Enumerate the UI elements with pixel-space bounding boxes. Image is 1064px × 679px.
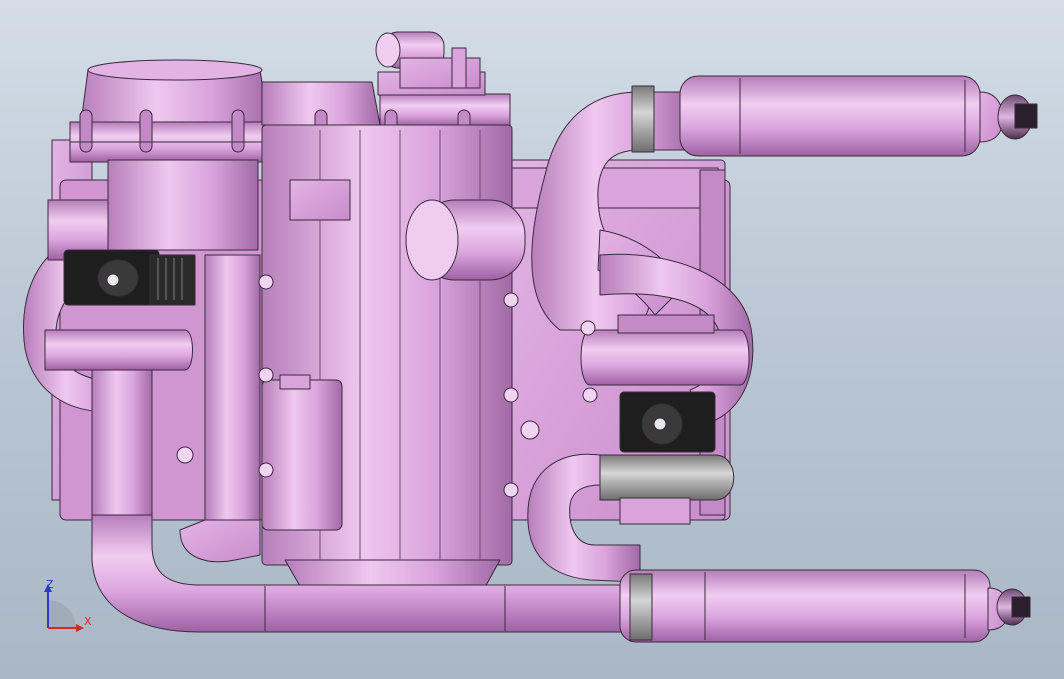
lower-muffler bbox=[619, 569, 1031, 643]
z-axis-label: Z bbox=[46, 578, 54, 591]
engine-assembly-model[interactable] bbox=[0, 0, 1064, 679]
actuator-cylinder bbox=[261, 374, 343, 531]
canister-side-port bbox=[405, 199, 526, 281]
main-filter-canister bbox=[261, 124, 513, 607]
coordinate-triad: Z X bbox=[44, 578, 92, 632]
triad-plane-icon bbox=[48, 600, 76, 628]
right-turbo-body bbox=[619, 391, 716, 453]
x-axis-label: X bbox=[84, 615, 92, 628]
left-turbo-body bbox=[63, 249, 196, 306]
cad-viewport[interactable]: Z X bbox=[0, 0, 1064, 679]
upper-muffler bbox=[679, 75, 1038, 157]
